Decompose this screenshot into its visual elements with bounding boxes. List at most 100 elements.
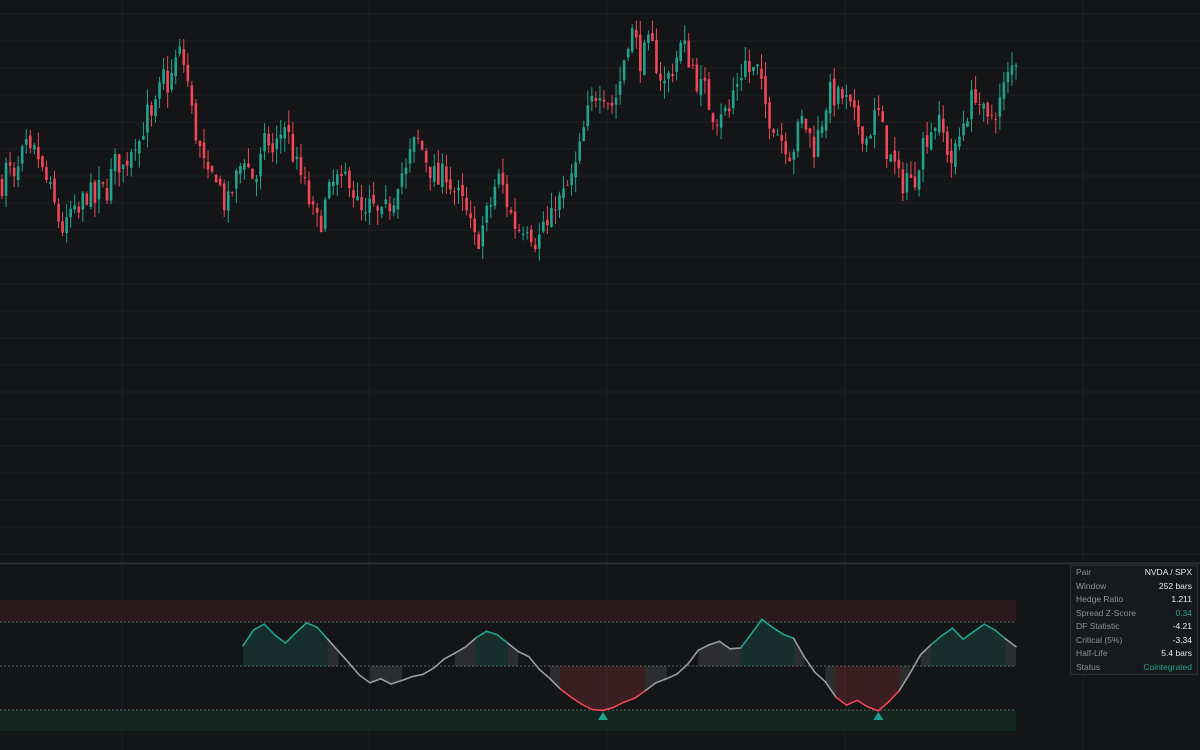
candle-body [134, 149, 137, 151]
candle-body [550, 207, 553, 227]
candle-body [275, 138, 279, 150]
candle-body [606, 103, 610, 105]
candle-body [311, 201, 315, 205]
candle-body [756, 64, 759, 67]
candle-body [659, 73, 662, 81]
candle-body [57, 203, 60, 222]
candle-body [404, 167, 408, 175]
candle-body [376, 206, 380, 211]
candle-body [457, 187, 460, 191]
candle-body [336, 174, 339, 185]
candle-body [489, 204, 493, 207]
candle-body [319, 216, 323, 233]
chart-canvas [0, 0, 1200, 750]
candle-body [929, 132, 933, 150]
zscore-segment [337, 650, 350, 664]
zscore-area [984, 624, 995, 666]
candle-body [970, 90, 973, 120]
stat-label: Status [1076, 661, 1101, 672]
candle-body [808, 128, 812, 134]
candle-body [788, 157, 792, 162]
candle-body [598, 97, 602, 101]
candle-body [715, 124, 719, 126]
candle-body [861, 126, 864, 144]
candle-body [748, 61, 751, 72]
candle-body [590, 95, 594, 102]
candle-body [982, 103, 985, 109]
candle-body [877, 108, 880, 111]
candle-body [554, 209, 557, 211]
candlestick-series [0, 20, 1018, 261]
zscore-segment [665, 673, 678, 680]
candle-body [950, 151, 953, 164]
zscore-segment [358, 674, 371, 684]
candle-body [150, 105, 153, 116]
candle-body [453, 191, 456, 193]
candle-body [49, 182, 52, 184]
candle-body [243, 163, 246, 170]
candle-body [420, 141, 424, 150]
candle-body [61, 221, 64, 233]
candle-body [138, 141, 141, 154]
candle-body [881, 111, 884, 123]
candle-body [533, 244, 537, 250]
candle-body [356, 196, 359, 201]
candle-body [24, 138, 28, 145]
candle-body [384, 199, 388, 204]
status-value: Cointegrated [1143, 661, 1192, 672]
candle-body [824, 110, 828, 131]
candle-body [675, 57, 678, 72]
candle-body [222, 183, 226, 211]
stat-value: 1.211 [1171, 594, 1192, 604]
candle-body [849, 94, 852, 102]
candle-body [113, 154, 117, 172]
candle-body [857, 105, 860, 127]
candle-body [513, 211, 517, 229]
candle-body [348, 170, 351, 188]
zscore-area [486, 631, 498, 666]
candle-body [428, 166, 432, 178]
candle-body [897, 159, 901, 169]
zscore-area [963, 631, 974, 666]
zscore-segment [729, 647, 742, 650]
candle-body [214, 175, 218, 183]
zscore-segment [443, 652, 456, 660]
candle-body [719, 114, 723, 128]
candle-body [643, 42, 646, 75]
stat-label: Spread Z-Score [1076, 607, 1136, 618]
stat-row-df: DF Statistic -4.21 [1071, 620, 1197, 634]
candle-body [667, 72, 670, 79]
candle-body [158, 82, 161, 99]
candle-body [739, 78, 743, 81]
zscore-area [603, 666, 614, 711]
candle-body [73, 205, 77, 210]
stat-value: NVDA / SPX [1144, 567, 1192, 577]
candle-body [691, 64, 695, 66]
candle-body [202, 142, 206, 159]
zscore-segment [909, 653, 922, 674]
candle-body [994, 118, 998, 120]
candle-body [925, 135, 929, 147]
candle-body [283, 127, 287, 139]
candle-body [352, 190, 355, 198]
candle-body [792, 151, 796, 160]
candle-body [558, 195, 561, 210]
candle-body [594, 98, 598, 102]
candle-body [154, 99, 157, 117]
zscore-area [581, 666, 593, 710]
candle-body [978, 104, 981, 106]
candle-body [582, 127, 586, 142]
zscore-segment [538, 668, 551, 680]
stat-value: -4.21 [1172, 621, 1192, 631]
candle-body [194, 103, 198, 141]
candle-body [768, 102, 771, 129]
candle-body [1010, 65, 1014, 75]
candle-body [0, 178, 4, 197]
zscore-segment [686, 649, 700, 666]
candle-body [574, 162, 577, 178]
zscore-area [253, 624, 265, 666]
candle-body [469, 213, 472, 219]
zscore-segment [814, 671, 827, 683]
candle-body [655, 39, 658, 73]
candle-body [671, 74, 674, 76]
